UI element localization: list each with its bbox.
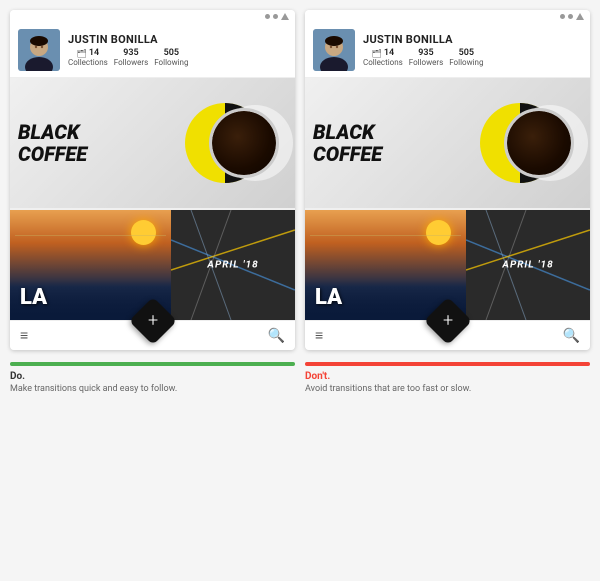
cup-container-left [227, 113, 287, 173]
label-do: Do. Make transitions quick and easy to f… [10, 362, 295, 396]
bottom-nav-left: ≡ + 🔍 [10, 320, 295, 350]
coffee-text-right: BLACK COFFEE [313, 121, 382, 165]
right-panel: JUSTIN BONILLA 🗂 14 Collections 935 Foll… [305, 10, 590, 350]
stat-following-right: 505 Following [449, 48, 483, 67]
label-desc-do: Make transitions quick and easy to follo… [10, 384, 295, 396]
label-dont: Don't. Avoid transitions that are too fa… [305, 362, 590, 396]
profile-header-left: JUSTIN BONILLA 🗂 14 Collections 935 Foll… [10, 23, 295, 78]
coffee-card-left: BLACK COFFEE [10, 78, 295, 208]
label-bar-dont [305, 362, 590, 366]
left-panel: JUSTIN BONILLA 🗂 14 Collections 935 Foll… [10, 10, 295, 350]
search-icon-right[interactable]: 🔍 [563, 328, 580, 344]
signal-icon-right [576, 13, 584, 20]
collections-icon-right: 🗂 14 [372, 48, 394, 58]
la-label-left: LA [20, 285, 47, 310]
stat-following-left: 505 Following [154, 48, 188, 67]
april-card-left: APRIL '18 [171, 210, 295, 320]
collections-icon-left: 🗂 14 [77, 48, 99, 58]
april-label-right: APRIL '18 [502, 260, 553, 271]
la-horizon-right [310, 235, 461, 236]
bottom-nav-right: ≡ + 🔍 [305, 320, 590, 350]
la-horizon-left [15, 235, 166, 236]
stat-collections-right: 🗂 14 Collections [363, 48, 403, 67]
stat-followers-left: 935 Followers [114, 48, 148, 67]
status-bar-right [305, 10, 590, 23]
la-sun-right [426, 220, 451, 245]
content-area-right: BLACK COFFEE LA [305, 78, 590, 320]
stat-followers-right: 935 Followers [409, 48, 443, 67]
stat-collections-left: 🗂 14 Collections [68, 48, 108, 67]
cup-circle-right [504, 108, 574, 178]
profile-stats-right: 🗂 14 Collections 935 Followers 505 Follo… [363, 48, 582, 67]
coffee-card-right: BLACK COFFEE [305, 78, 590, 208]
profile-info-right: JUSTIN BONILLA 🗂 14 Collections 935 Foll… [363, 33, 582, 67]
cup-container-right [522, 113, 582, 173]
label-bar-do [10, 362, 295, 366]
la-sun-left [131, 220, 156, 245]
avatar-svg-right [313, 29, 355, 71]
la-label-right: LA [315, 285, 342, 310]
panels-container: JUSTIN BONILLA 🗂 14 Collections 935 Foll… [10, 10, 590, 350]
profile-name-left: JUSTIN BONILLA [68, 33, 287, 46]
status-dot-r2 [568, 14, 573, 19]
avatar-svg-left [18, 29, 60, 71]
coffee-text-left: BLACK COFFEE [18, 121, 87, 165]
signal-icon [281, 13, 289, 20]
profile-stats-left: 🗂 14 Collections 935 Followers 505 Follo… [68, 48, 287, 67]
cup-coffee-left [212, 111, 276, 175]
menu-icon-right[interactable]: ≡ [315, 327, 323, 344]
status-dot-r1 [560, 14, 565, 19]
search-icon-left[interactable]: 🔍 [268, 328, 285, 344]
menu-icon-left[interactable]: ≡ [20, 327, 28, 344]
avatar-left [18, 29, 60, 71]
cup-circle-left [209, 108, 279, 178]
profile-info-left: JUSTIN BONILLA 🗂 14 Collections 935 Foll… [68, 33, 287, 67]
label-title-dont: Don't. [305, 371, 590, 382]
status-dot-1 [265, 14, 270, 19]
profile-header-right: JUSTIN BONILLA 🗂 14 Collections 935 Foll… [305, 23, 590, 78]
avatar-right [313, 29, 355, 71]
content-area-left: BLACK COFFEE LA [10, 78, 295, 320]
label-title-do: Do. [10, 371, 295, 382]
label-desc-dont: Avoid transitions that are too fast or s… [305, 384, 590, 396]
status-dot-2 [273, 14, 278, 19]
labels-row: Do. Make transitions quick and easy to f… [10, 362, 590, 396]
cup-coffee-right [507, 111, 571, 175]
profile-name-right: JUSTIN BONILLA [363, 33, 582, 46]
april-label-left: APRIL '18 [207, 260, 258, 271]
april-card-right: APRIL '18 [466, 210, 590, 320]
status-bar-left [10, 10, 295, 23]
